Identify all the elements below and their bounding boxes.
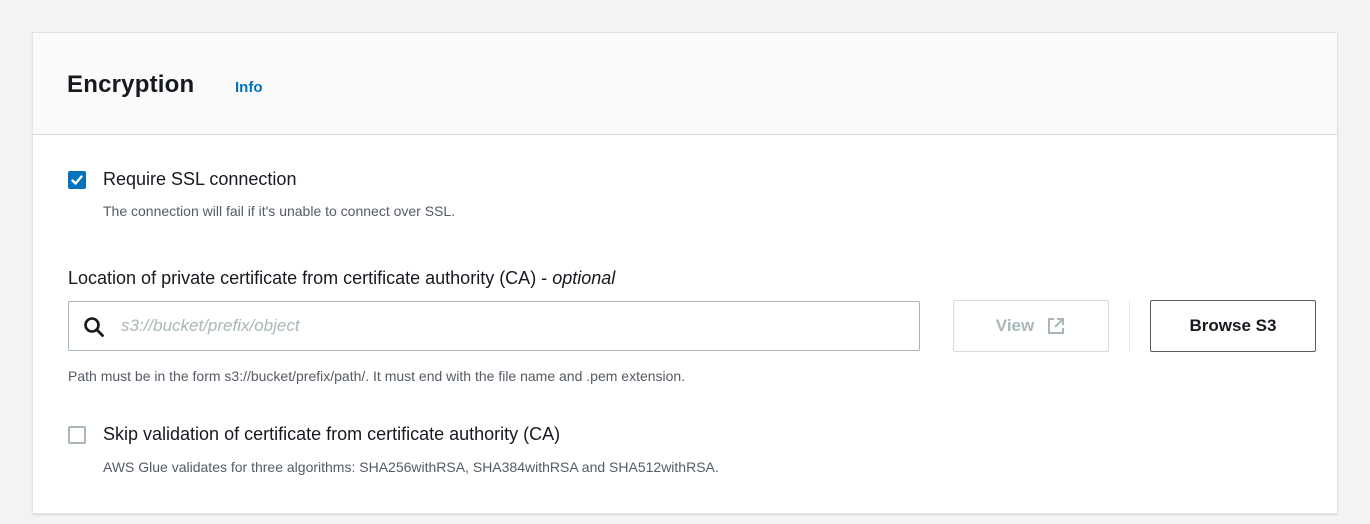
- button-divider: [1129, 300, 1130, 352]
- optional-tag: optional: [552, 268, 616, 288]
- external-link-icon: [1048, 318, 1065, 334]
- ca-location-label-text: Location of private certificate from cer…: [68, 268, 553, 288]
- ca-location-search-box[interactable]: [68, 301, 920, 351]
- ca-location-hint: Path must be in the form s3://bucket/pre…: [68, 368, 686, 384]
- section-title: Encryption: [67, 71, 195, 98]
- panel-header: Encryption Info: [33, 33, 1337, 135]
- require-ssl-description: The connection will fail if it's unable …: [103, 203, 456, 219]
- skip-validation-description: AWS Glue validates for three algorithms:…: [103, 459, 719, 475]
- skip-validation-checkbox[interactable]: [68, 426, 86, 444]
- view-button-label: View: [995, 316, 1035, 335]
- check-icon: [71, 175, 83, 185]
- browse-s3-button[interactable]: Browse S3: [1150, 300, 1316, 352]
- skip-validation-label[interactable]: Skip validation of certificate from cert…: [103, 424, 560, 445]
- encryption-panel: Encryption Info Require SSL connection T…: [32, 32, 1338, 514]
- browse-s3-button-label: Browse S3: [1189, 316, 1277, 335]
- search-icon: [84, 317, 104, 337]
- info-link[interactable]: Info: [235, 79, 263, 96]
- ca-location-label: Location of private certificate from cer…: [68, 268, 615, 289]
- require-ssl-checkbox[interactable]: [68, 171, 86, 189]
- view-button[interactable]: View: [953, 300, 1109, 352]
- require-ssl-label[interactable]: Require SSL connection: [103, 169, 296, 190]
- ca-location-input[interactable]: [121, 302, 901, 350]
